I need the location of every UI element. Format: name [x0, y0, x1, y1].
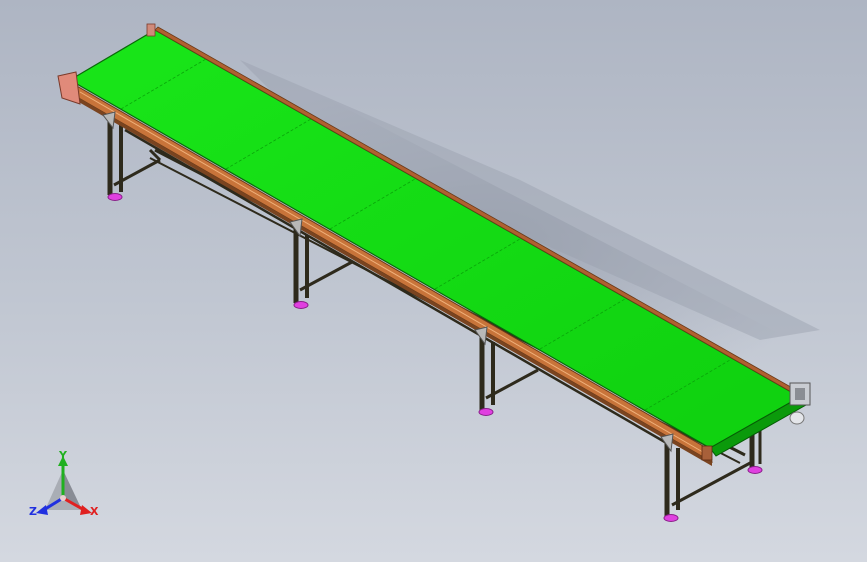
triad-z-label: Z	[29, 505, 37, 518]
conveyor-model-view[interactable]: Y X Z	[0, 0, 867, 562]
conveyor-belt[interactable]	[68, 29, 807, 457]
triad-x-label: X	[90, 505, 99, 518]
cad-viewport[interactable]: Y X Z	[0, 0, 867, 562]
orientation-triad[interactable]: Y X Z	[29, 449, 99, 518]
triad-y-label: Y	[58, 449, 68, 462]
side-rail-back	[154, 26, 804, 398]
